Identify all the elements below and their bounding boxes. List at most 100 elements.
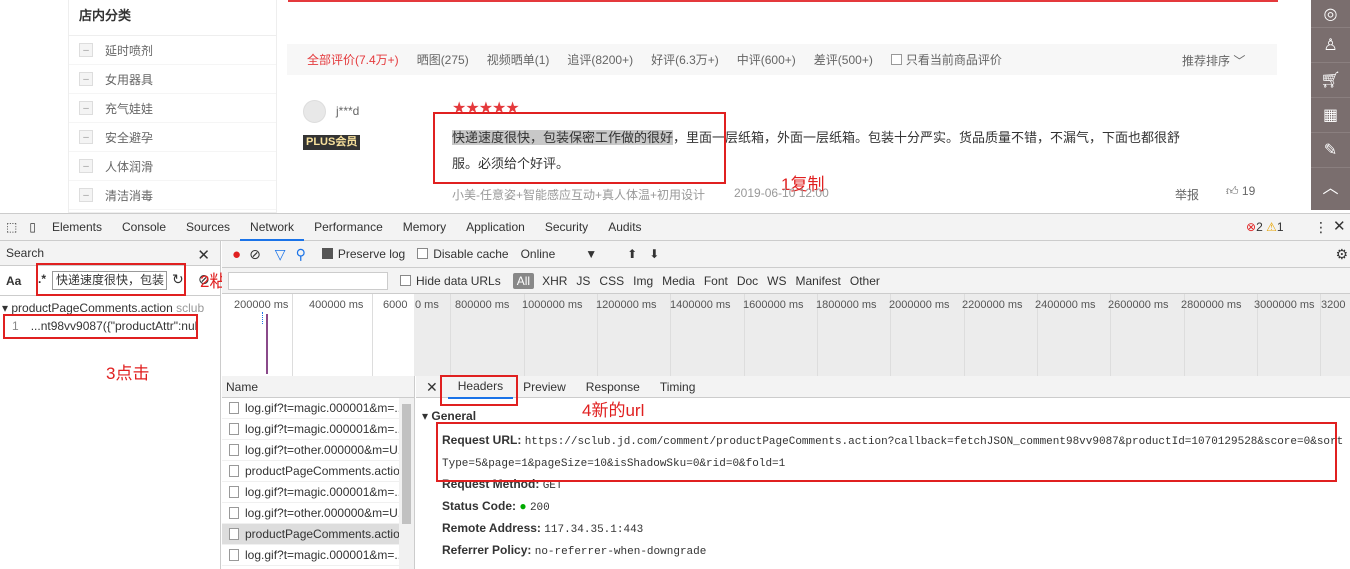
general-section[interactable]: ▾ General <box>422 409 476 423</box>
error-count[interactable]: ⊗2 ⚠1 <box>1246 220 1284 234</box>
report-link[interactable]: 举报 <box>1175 186 1199 203</box>
search-icon[interactable]: ⚲ <box>296 246 306 263</box>
filter-positive[interactable]: 好评(6.3万+) <box>651 51 719 68</box>
collapse-icon: – <box>79 43 93 57</box>
request-row[interactable]: productPageComments.actio... <box>222 461 400 482</box>
service-icon[interactable]: ◎ <box>1311 0 1350 28</box>
category-item[interactable]: – 人体润滑 <box>69 152 276 181</box>
filter-ws[interactable]: WS <box>767 274 786 288</box>
network-timeline[interactable]: 200000 ms 400000 ms 6000 0 ms 800000 ms … <box>222 294 1350 376</box>
like-button[interactable]: 👍︎ 19 <box>1226 184 1255 199</box>
request-row[interactable]: log.gif?t=magic.000001&m=... <box>222 545 400 566</box>
record-icon[interactable]: ● <box>232 246 241 263</box>
tab-sources[interactable]: Sources <box>176 214 240 241</box>
filter-other[interactable]: Other <box>850 274 880 288</box>
qrcode-icon[interactable]: ▦ <box>1311 98 1350 133</box>
tick-label: 3200 <box>1321 299 1346 311</box>
shop-category-sidebar: 店内分类 – 延时喷剂 – 女用器具 – 充气娃娃 – 安全避孕 – 人体润滑 – 清洁消毒 <box>68 0 277 213</box>
request-row[interactable]: log.gif?t=magic.000001&m=... <box>222 482 400 503</box>
filter-all[interactable]: All <box>512 272 535 289</box>
filter-icon[interactable]: ▽ <box>275 246 286 263</box>
inspect-icon[interactable]: ⬚ <box>0 214 23 241</box>
tab-elements[interactable]: Elements <box>42 214 112 241</box>
tab-console[interactable]: Console <box>112 214 176 241</box>
tab-preview[interactable]: Preview <box>513 376 576 398</box>
sort-dropdown[interactable]: 推荐排序 ﹀ <box>1182 52 1245 69</box>
preserve-log-checkbox[interactable]: Preserve log <box>321 247 405 261</box>
file-icon <box>229 549 239 561</box>
filter-doc[interactable]: Doc <box>737 274 758 288</box>
throttle-select[interactable]: Online ▼ <box>521 247 598 261</box>
filter-font[interactable]: Font <box>704 274 728 288</box>
category-item[interactable]: – 延时喷剂 <box>69 36 276 65</box>
category-item[interactable]: – 女用器具 <box>69 65 276 94</box>
filter-manifest[interactable]: Manifest <box>796 274 841 288</box>
filter-neutral[interactable]: 中评(600+) <box>737 51 796 68</box>
filter-videos[interactable]: 视频晒单(1) <box>487 51 550 68</box>
more-icon[interactable]: ⋮ <box>1314 219 1328 236</box>
tab-memory[interactable]: Memory <box>393 214 456 241</box>
category-item[interactable]: – 安全避孕 <box>69 123 276 152</box>
search-result-file[interactable]: ▾ productPageComments.action sclub <box>2 301 204 315</box>
checkbox-icon <box>417 248 429 259</box>
request-row-selected[interactable]: productPageComments.actio... <box>222 524 400 545</box>
filter-xhr[interactable]: XHR <box>542 274 567 288</box>
tab-response[interactable]: Response <box>576 376 650 398</box>
filter-media[interactable]: Media <box>662 274 695 288</box>
name-column-header[interactable]: Name <box>222 376 414 398</box>
scrollbar-thumb[interactable] <box>402 404 411 524</box>
tab-audits[interactable]: Audits <box>598 214 651 241</box>
filter-img[interactable]: Img <box>633 274 653 288</box>
plus-badge: PLUS会员 <box>303 135 361 150</box>
clear-icon[interactable]: ⊘ <box>249 246 261 263</box>
collapse-icon: – <box>79 72 93 86</box>
sidebar-title: 店内分类 <box>69 0 276 36</box>
tick-label: 2200000 ms <box>962 299 1023 311</box>
hide-data-urls-checkbox[interactable]: Hide data URLs <box>400 274 501 288</box>
settings-icon[interactable]: ⚙ <box>1335 246 1348 263</box>
filter-input[interactable] <box>228 271 388 290</box>
annotation-box-url <box>436 422 1337 482</box>
file-icon <box>229 528 239 540</box>
edit-icon[interactable]: ✎ <box>1311 133 1350 168</box>
tab-security[interactable]: Security <box>535 214 598 241</box>
tick-label: 1600000 ms <box>743 299 804 311</box>
request-waterfall-mark <box>262 312 268 324</box>
category-item[interactable]: – 充气娃娃 <box>69 94 276 123</box>
request-row[interactable]: log.gif?t=magic.000001&m=... <box>222 398 400 419</box>
close-icon[interactable]: ✕ <box>1333 217 1346 235</box>
category-item[interactable]: – 清洁消毒 <box>69 181 276 210</box>
tick-label: 800000 ms <box>455 299 510 311</box>
back-to-top-icon[interactable]: ︿ <box>1311 168 1350 203</box>
cart-icon[interactable]: 🛒︎ <box>1311 63 1350 98</box>
referrer-policy: Referrer Policy: no-referrer-when-downgr… <box>442 543 707 558</box>
file-icon <box>229 486 239 498</box>
match-case-toggle[interactable]: Aa <box>6 274 21 288</box>
only-current-checkbox[interactable]: 只看当前商品评价 <box>890 51 1002 68</box>
user-icon[interactable]: ♙ <box>1311 28 1350 63</box>
request-row[interactable]: log.gif?t=other.000000&m=U... <box>222 503 400 524</box>
close-icon[interactable]: ✕ <box>197 243 210 268</box>
import-icon[interactable]: ⬆ <box>627 247 637 261</box>
filter-followup[interactable]: 追评(8200+) <box>567 51 633 68</box>
tab-performance[interactable]: Performance <box>304 214 393 241</box>
device-toggle-icon[interactable]: ▯ <box>23 214 42 241</box>
filter-js[interactable]: JS <box>576 274 590 288</box>
scrollbar[interactable] <box>399 398 414 569</box>
filter-all[interactable]: 全部评价(7.4万+) <box>307 51 399 68</box>
tab-application[interactable]: Application <box>456 214 535 241</box>
disable-cache-checkbox[interactable]: Disable cache <box>417 247 509 261</box>
filter-css[interactable]: CSS <box>599 274 624 288</box>
tab-network[interactable]: Network <box>240 214 305 241</box>
tick-label: 6000 <box>383 299 408 311</box>
filter-photos[interactable]: 晒图(275) <box>417 51 469 68</box>
file-icon <box>229 423 239 435</box>
export-icon[interactable]: ⬇ <box>649 247 659 261</box>
filter-negative[interactable]: 差评(500+) <box>814 51 873 68</box>
request-row[interactable]: log.gif?t=other.000000&m=U... <box>222 440 400 461</box>
tick-label: 200000 ms <box>234 299 289 311</box>
request-row[interactable]: log.gif?t=magic.000001&m=... <box>222 419 400 440</box>
tab-timing[interactable]: Timing <box>650 376 706 398</box>
devtools-tabbar: ⬚ ▯ Elements Console Sources Network Per… <box>0 214 1350 241</box>
tick-label: 3000000 ms <box>1254 299 1315 311</box>
